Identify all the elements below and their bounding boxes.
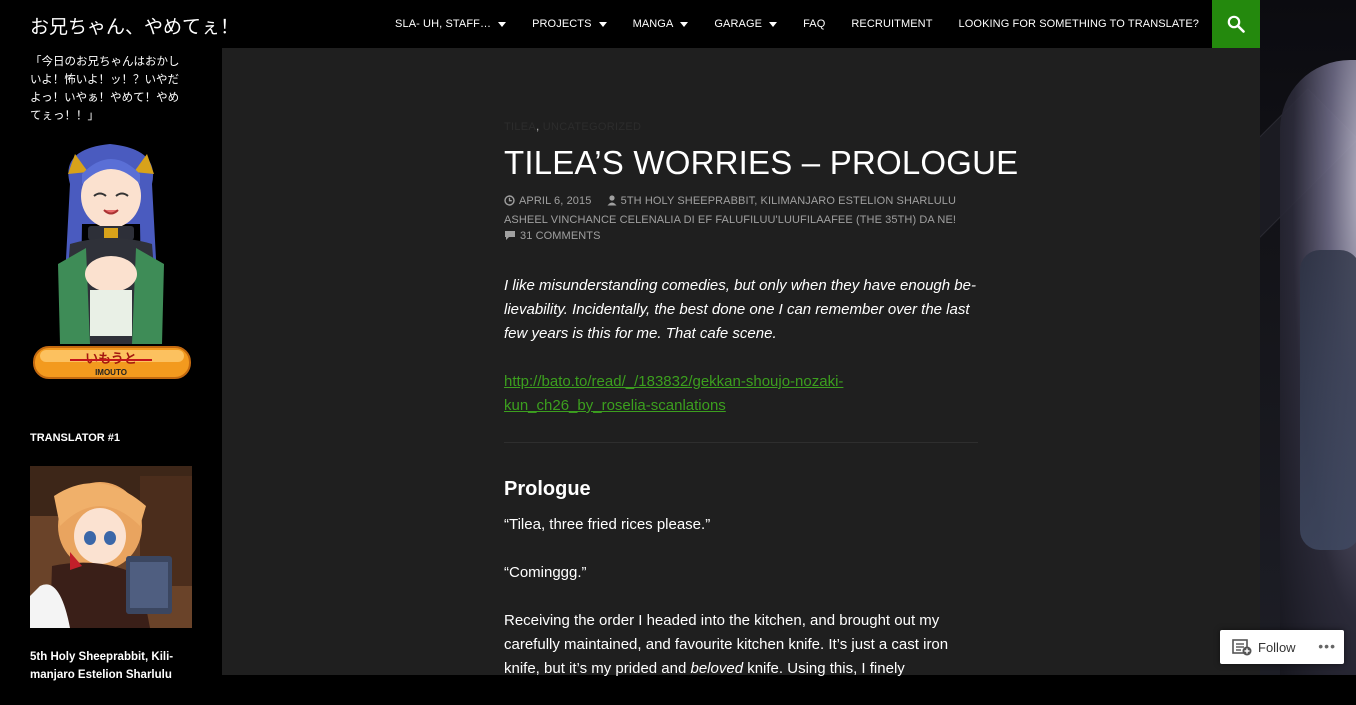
more-icon[interactable]: ••• bbox=[1318, 638, 1336, 654]
paragraph: Receiving the order I headed into the ki… bbox=[504, 612, 949, 677]
entry-meta: APRIL 6, 2015 5TH HOLY SHEEPRABBIT, KILI… bbox=[504, 193, 978, 247]
search-button[interactable] bbox=[1212, 0, 1260, 48]
follow-icon bbox=[1232, 639, 1252, 659]
category-link[interactable]: UNCATEGORIZED bbox=[543, 121, 641, 133]
widget-title: TRANSLATOR #1 bbox=[30, 432, 121, 444]
divider bbox=[504, 442, 978, 443]
nav-item-label: GARAGE bbox=[714, 18, 763, 30]
imouto-badge-en: IMOUTO bbox=[95, 368, 127, 377]
caret-down-icon bbox=[498, 21, 507, 27]
clock-icon bbox=[504, 195, 515, 212]
intro-paragraph: I like misunderstanding comedies, but on… bbox=[504, 277, 976, 342]
entry-comments[interactable]: 31 COMMENTS bbox=[520, 230, 601, 242]
entry-title[interactable]: TILEA’S WORRIES – PROLOGUE bbox=[504, 144, 1018, 182]
nav-item-0[interactable]: SLA- UH, STAFF… bbox=[382, 18, 519, 30]
nav-item-1[interactable]: PROJECTS bbox=[519, 18, 619, 30]
caret-down-icon bbox=[769, 21, 778, 27]
nav-item-label: FAQ bbox=[803, 18, 826, 30]
section-heading: Prologue bbox=[504, 478, 591, 500]
nav-item-4[interactable]: FAQ bbox=[790, 18, 838, 30]
user-icon bbox=[607, 195, 617, 212]
entry-date[interactable]: APRIL 6, 2015 bbox=[519, 195, 591, 207]
nav-item-6[interactable]: LOOKING FOR SOMETHING TO TRANSLATE? bbox=[946, 18, 1212, 30]
site-tagline: 「今日のお兄ちゃんはおかしいよ！怖いよ！ッ！？いやだよっ！いやぁ！やめて！やめて… bbox=[30, 54, 180, 122]
follow-label: Follow bbox=[1258, 640, 1296, 655]
nav-item-2[interactable]: MANGA bbox=[620, 18, 702, 30]
main-content: TILEA, UNCATEGORIZED TILEA’S WORRIES – P… bbox=[222, 48, 1260, 677]
translator-name[interactable]: 5th Holy Sheeprabbit, Kili-manjaro Estel… bbox=[30, 648, 190, 684]
caret-down-icon bbox=[680, 21, 689, 27]
entry-categories: TILEA, UNCATEGORIZED bbox=[504, 121, 642, 133]
caret-down-icon bbox=[598, 21, 607, 27]
nav-item-label: RECRUITMENT bbox=[851, 18, 933, 30]
site-title[interactable]: お兄ちゃん、やめてぇ！ bbox=[30, 12, 239, 39]
nav-item-5[interactable]: RECRUITMENT bbox=[838, 18, 945, 30]
follow-widget[interactable]: Follow ••• bbox=[1220, 630, 1344, 664]
entry-content: I like misunderstanding comedies, but on… bbox=[504, 274, 978, 705]
nav-item-label: SLA- UH, STAFF… bbox=[395, 18, 492, 30]
primary-nav: SLA- UH, STAFF… PROJECTS MANGA GARAGE FAQ REC… bbox=[382, 0, 1212, 48]
translator-image[interactable] bbox=[30, 466, 192, 628]
paragraph: “Tilea, three fried rices please.” bbox=[504, 516, 711, 533]
sidebar: 「今日のお兄ちゃんはおかしいよ！怖いよ！ッ！？いやだよっ！いやぁ！やめて！やめて… bbox=[0, 48, 222, 681]
comment-icon bbox=[504, 230, 516, 247]
background-artwork bbox=[1260, 0, 1356, 675]
imouto-illustration[interactable]: いもうと IMOUTO bbox=[30, 144, 192, 384]
site-header: お兄ちゃん、やめてぇ！ SLA- UH, STAFF… PROJECTS MANGA… bbox=[0, 0, 1260, 48]
search-icon bbox=[1227, 15, 1245, 33]
source-link[interactable]: http://bato.to/read/_/183832/gekkan-shou… bbox=[504, 373, 843, 414]
nav-item-label: PROJECTS bbox=[532, 18, 592, 30]
nav-item-label: LOOKING FOR SOMETHING TO TRANSLATE? bbox=[958, 18, 1199, 30]
nav-item-3[interactable]: GARAGE bbox=[701, 18, 790, 30]
category-link[interactable]: TILEA bbox=[504, 121, 536, 133]
nav-item-label: MANGA bbox=[632, 18, 674, 30]
paragraph: “Cominggg.” bbox=[504, 564, 587, 581]
